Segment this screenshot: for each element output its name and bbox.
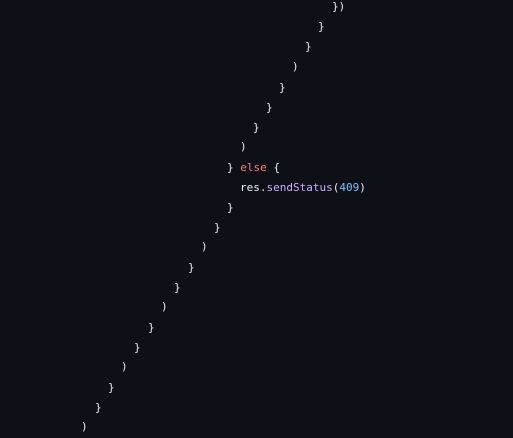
code-line: }) — [332, 0, 345, 17]
code-token: } — [227, 201, 234, 214]
code-token: ) — [359, 181, 366, 194]
code-token: } — [188, 261, 195, 274]
code-token: } — [134, 341, 141, 354]
code-token: { — [266, 161, 280, 174]
code-line: ) — [161, 297, 168, 317]
code-line: ) — [81, 417, 88, 437]
code-token: ) — [292, 60, 299, 73]
code-line: ) — [201, 237, 208, 257]
code-line: } — [108, 378, 115, 398]
code-line: } — [148, 318, 155, 338]
code-line: } — [253, 118, 260, 138]
code-token: } — [279, 81, 286, 94]
code-token: } — [108, 381, 115, 394]
code-token: ) — [121, 360, 128, 373]
code-line: } — [95, 398, 102, 418]
code-token: } — [227, 161, 241, 174]
code-token: } — [266, 101, 273, 114]
code-line: res.sendStatus(409) — [240, 178, 366, 198]
code-token: } — [214, 221, 221, 234]
status-code-number: 409 — [339, 181, 360, 194]
send-status-call: sendStatus — [266, 181, 333, 194]
code-token: } — [253, 121, 260, 134]
code-token: } — [148, 321, 155, 334]
code-token: ) — [161, 300, 168, 313]
code-line: } — [305, 37, 312, 57]
code-token: } — [305, 40, 312, 53]
code-line: } — [266, 98, 273, 118]
code-token: ) — [201, 240, 208, 253]
code-token: ) — [81, 420, 88, 433]
code-line: } — [188, 258, 195, 278]
code-token: } — [95, 401, 102, 414]
code-token: } — [174, 281, 181, 294]
code-line: } — [227, 198, 234, 218]
code-line: } — [279, 78, 286, 98]
code-token: } — [318, 20, 325, 33]
code-line: } — [214, 218, 221, 238]
code-line: ) — [240, 137, 247, 157]
code-token: }) — [332, 0, 346, 13]
code-line: ) — [121, 357, 128, 377]
else-keyword: else — [240, 161, 267, 174]
code-line: } — [134, 338, 141, 358]
code-line: } else { — [227, 158, 280, 178]
code-line: } — [318, 17, 325, 37]
code-token: res. — [240, 181, 267, 194]
code-line: ) — [292, 57, 299, 77]
code-line: } — [174, 278, 181, 298]
code-token: ) — [240, 140, 247, 153]
code-editor: }) } } ) } } } ) } else { res.sendStatus… — [0, 0, 513, 438]
